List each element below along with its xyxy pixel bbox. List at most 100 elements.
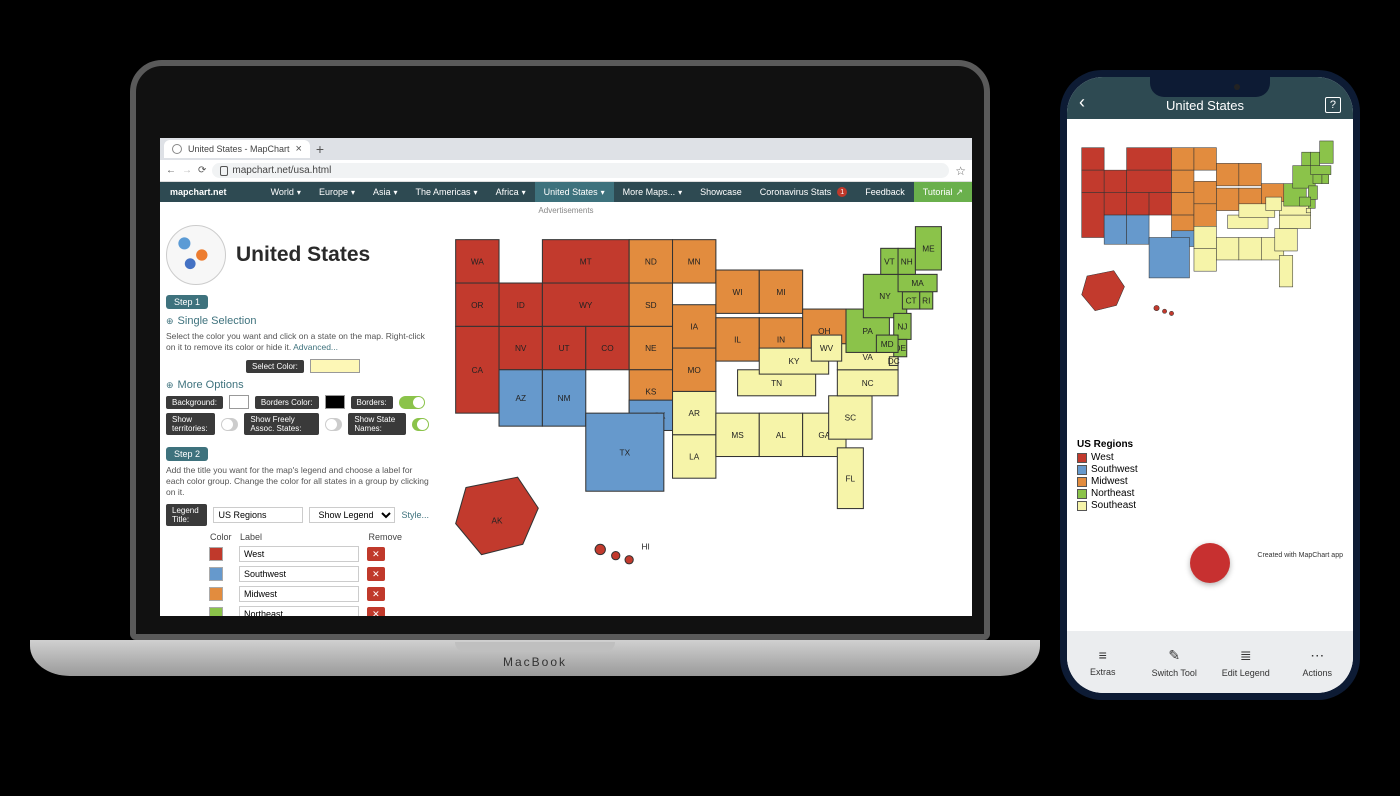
state-ME[interactable] bbox=[1320, 141, 1333, 163]
state-DC[interactable] bbox=[1306, 208, 1310, 212]
state-MN[interactable] bbox=[673, 240, 716, 283]
state-TX[interactable] bbox=[586, 413, 664, 491]
borders-color-swatch[interactable] bbox=[325, 395, 345, 409]
state-OR[interactable] bbox=[456, 283, 499, 326]
state-MA[interactable] bbox=[898, 274, 937, 291]
state-AL[interactable] bbox=[1239, 238, 1261, 260]
state-NM[interactable] bbox=[542, 370, 585, 426]
state-NM[interactable] bbox=[1127, 215, 1149, 244]
state-UT[interactable] bbox=[1127, 193, 1149, 215]
state-NH[interactable] bbox=[1311, 152, 1320, 165]
state-WV[interactable] bbox=[1266, 197, 1282, 210]
state-WY[interactable] bbox=[1127, 170, 1172, 192]
state-WI[interactable] bbox=[716, 270, 759, 313]
state-MT[interactable] bbox=[1127, 148, 1172, 170]
single-selection-toggle[interactable]: ⊕Single Selection bbox=[166, 315, 429, 327]
label-input[interactable] bbox=[239, 546, 359, 562]
us-map[interactable]: WAORCANVIDMTWYUTCOAZNMNDSDNEKSMNIAMOWIIL… bbox=[435, 219, 972, 591]
state-IA[interactable] bbox=[673, 305, 716, 348]
color-swatch[interactable] bbox=[209, 567, 223, 581]
reload-icon[interactable]: ⟳ bbox=[198, 165, 206, 176]
nav-world[interactable]: World bbox=[262, 182, 310, 202]
state-WA[interactable] bbox=[1082, 148, 1104, 170]
remove-button[interactable]: ✕ bbox=[367, 567, 385, 581]
state-HI[interactable] bbox=[1154, 305, 1159, 310]
state-LA[interactable] bbox=[673, 435, 716, 478]
forward-icon[interactable]: → bbox=[182, 165, 192, 176]
state-ME[interactable] bbox=[915, 227, 941, 270]
state-LA[interactable] bbox=[1194, 249, 1216, 271]
state-CT[interactable] bbox=[1313, 175, 1322, 184]
nav-asia[interactable]: Asia bbox=[364, 182, 407, 202]
state-ND[interactable] bbox=[1172, 148, 1194, 170]
state-NC[interactable] bbox=[1279, 215, 1310, 228]
state-WI[interactable] bbox=[1216, 163, 1238, 185]
state-MO[interactable] bbox=[673, 348, 716, 391]
state-SC[interactable] bbox=[829, 396, 872, 439]
label-input[interactable] bbox=[239, 566, 359, 582]
background-swatch[interactable] bbox=[229, 395, 249, 409]
state-DC[interactable] bbox=[889, 357, 898, 366]
state-HI[interactable] bbox=[595, 544, 605, 554]
state-AZ[interactable] bbox=[1104, 215, 1126, 244]
state-MS[interactable] bbox=[716, 413, 759, 456]
tab-close-icon[interactable]: × bbox=[296, 143, 302, 155]
state-VT[interactable] bbox=[1302, 152, 1311, 165]
state-IL[interactable] bbox=[716, 318, 759, 361]
remove-button[interactable]: ✕ bbox=[367, 587, 385, 601]
state-CO[interactable] bbox=[586, 326, 629, 369]
state-MS[interactable] bbox=[1216, 238, 1238, 260]
bottom-extras[interactable]: ≡Extras bbox=[1067, 631, 1139, 693]
state-MT[interactable] bbox=[542, 240, 629, 283]
state-AR[interactable] bbox=[1194, 226, 1216, 248]
state-ID[interactable] bbox=[499, 283, 542, 326]
bookmark-icon[interactable]: ☆ bbox=[955, 164, 966, 178]
nav-united-states[interactable]: United States bbox=[535, 182, 614, 202]
color-swatch[interactable] bbox=[209, 607, 223, 616]
map-canvas[interactable]: WAORCANVIDMTWYUTCOAZNMNDSDNEKSMNIAMOWIIL… bbox=[435, 219, 972, 616]
state-WA[interactable] bbox=[456, 240, 499, 283]
state-NH[interactable] bbox=[898, 248, 915, 274]
help-icon[interactable]: ? bbox=[1325, 97, 1341, 113]
nav-europe[interactable]: Europe bbox=[310, 182, 364, 202]
site-brand[interactable]: mapchart.net bbox=[160, 187, 237, 197]
nav-americas[interactable]: The Americas bbox=[407, 182, 487, 202]
territories-toggle[interactable] bbox=[221, 418, 238, 431]
state-NE[interactable] bbox=[629, 326, 672, 369]
browser-tab[interactable]: United States - MapChart × bbox=[164, 140, 310, 158]
us-map-phone[interactable] bbox=[1071, 137, 1349, 329]
nav-tutorial[interactable]: Tutorial ↗ bbox=[914, 182, 972, 202]
phone-map-canvas[interactable]: US Regions West Southwest Midwest Northe… bbox=[1067, 119, 1353, 631]
state-FL[interactable] bbox=[837, 448, 863, 509]
state-OR[interactable] bbox=[1082, 170, 1104, 192]
state-AK[interactable] bbox=[456, 477, 539, 554]
label-input[interactable] bbox=[239, 586, 359, 602]
state-AR[interactable] bbox=[673, 391, 716, 434]
state-MI[interactable] bbox=[1239, 163, 1261, 185]
state-SD[interactable] bbox=[629, 283, 672, 326]
state-MI[interactable] bbox=[759, 270, 802, 313]
state-VT[interactable] bbox=[881, 248, 898, 274]
state-NV[interactable] bbox=[499, 326, 542, 369]
remove-button[interactable]: ✕ bbox=[367, 607, 385, 616]
state-NE[interactable] bbox=[1172, 193, 1194, 215]
state-CT[interactable] bbox=[902, 292, 919, 309]
state-UT[interactable] bbox=[542, 326, 585, 369]
state-AK[interactable] bbox=[1082, 271, 1125, 311]
state-names-toggle[interactable] bbox=[412, 418, 429, 431]
state-AZ[interactable] bbox=[499, 370, 542, 426]
select-color-swatch[interactable] bbox=[310, 359, 360, 373]
state-CA[interactable] bbox=[456, 326, 499, 413]
new-tab-button[interactable]: + bbox=[310, 141, 330, 157]
state-IL[interactable] bbox=[1216, 188, 1238, 210]
color-swatch[interactable] bbox=[209, 547, 223, 561]
state-ND[interactable] bbox=[629, 240, 672, 283]
nav-showcase[interactable]: Showcase bbox=[691, 182, 751, 202]
remove-button[interactable]: ✕ bbox=[367, 547, 385, 561]
state-RI[interactable] bbox=[920, 292, 933, 309]
label-input[interactable] bbox=[239, 606, 359, 616]
nav-more-maps[interactable]: More Maps... bbox=[614, 182, 692, 202]
state-NC[interactable] bbox=[837, 370, 898, 396]
state-RI[interactable] bbox=[1322, 175, 1329, 184]
color-fab[interactable] bbox=[1190, 543, 1230, 583]
